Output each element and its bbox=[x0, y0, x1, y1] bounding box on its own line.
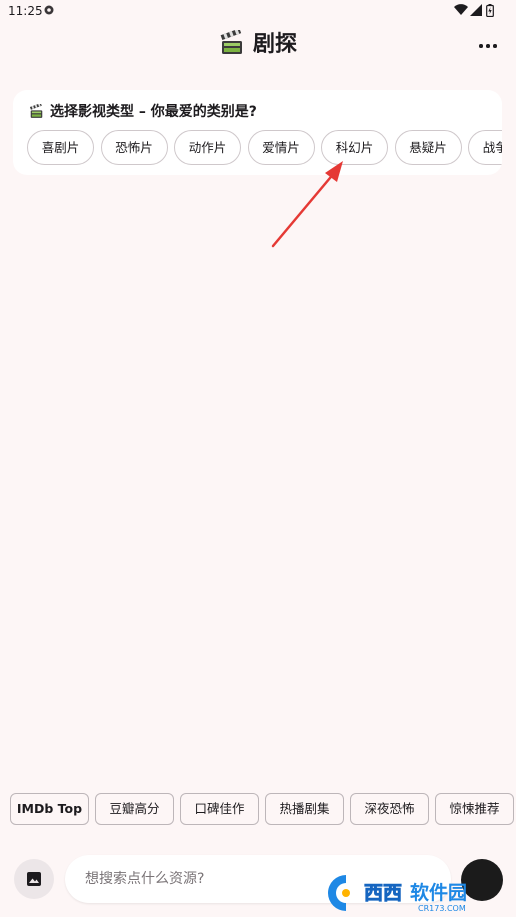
more-horizontal-icon bbox=[479, 44, 483, 48]
image-upload-button[interactable] bbox=[14, 859, 54, 899]
genre-chip-comedy[interactable]: 喜剧片 bbox=[27, 130, 94, 165]
app-header: 剧探 bbox=[0, 22, 516, 70]
svg-text:西西: 西西 bbox=[364, 882, 402, 904]
quick-chip-douban-high[interactable]: 豆瓣高分 bbox=[95, 793, 174, 825]
genre-chip-scifi[interactable]: 科幻片 bbox=[321, 130, 388, 165]
genre-chip-action[interactable]: 动作片 bbox=[174, 130, 241, 165]
battery-icon bbox=[486, 4, 494, 17]
status-bar: 11:25 bbox=[0, 0, 516, 22]
watermark-logo: 西西 软件园 CR173.COM bbox=[327, 875, 467, 913]
genre-chip-mystery[interactable]: 悬疑片 bbox=[394, 130, 462, 165]
quick-chip-acclaimed[interactable]: 口碑佳作 bbox=[180, 793, 259, 825]
svg-text:软件园: 软件园 bbox=[410, 881, 467, 904]
app-title: 剧探 bbox=[252, 32, 297, 57]
wifi-icon bbox=[454, 4, 468, 16]
page-title: 剧探 bbox=[0, 28, 516, 60]
status-time: 11:25 bbox=[8, 4, 43, 18]
image-icon bbox=[27, 872, 41, 886]
quick-chip-late-night-horror[interactable]: 深夜恐怖 bbox=[350, 793, 429, 825]
signal-icon bbox=[470, 4, 482, 16]
genre-chip-war[interactable]: 战争片 bbox=[468, 130, 502, 165]
genre-chip-romance[interactable]: 爱情片 bbox=[247, 130, 315, 165]
quick-chip-hot-series[interactable]: 热播剧集 bbox=[265, 793, 344, 825]
quick-chip-thriller[interactable]: 惊悚推荐 bbox=[435, 793, 514, 825]
more-options-button[interactable] bbox=[476, 34, 500, 58]
notification-icon bbox=[44, 5, 54, 15]
quick-chip-imdb-top[interactable]: IMDb Top bbox=[10, 793, 89, 825]
genre-card-title: 选择影视类型 – 你最爱的类别是? bbox=[29, 102, 257, 122]
clapperboard-icon bbox=[29, 103, 43, 118]
genre-chip-row: 喜剧片恐怖片动作片爱情片科幻片悬疑片战争片 bbox=[27, 130, 502, 166]
genre-card-title-text: 选择影视类型 – 你最爱的类别是? bbox=[50, 104, 257, 120]
genre-chip-horror[interactable]: 恐怖片 bbox=[100, 130, 168, 165]
clapperboard-icon bbox=[220, 28, 242, 54]
genre-selection-card: 选择影视类型 – 你最爱的类别是? 喜剧片恐怖片动作片爱情片科幻片悬疑片战争片 bbox=[13, 90, 502, 175]
quick-action-row: IMDb Top 豆瓣高分 口碑佳作 热播剧集 深夜恐怖 惊悚推荐 bbox=[10, 793, 516, 825]
svg-text:CR173.COM: CR173.COM bbox=[418, 904, 466, 913]
